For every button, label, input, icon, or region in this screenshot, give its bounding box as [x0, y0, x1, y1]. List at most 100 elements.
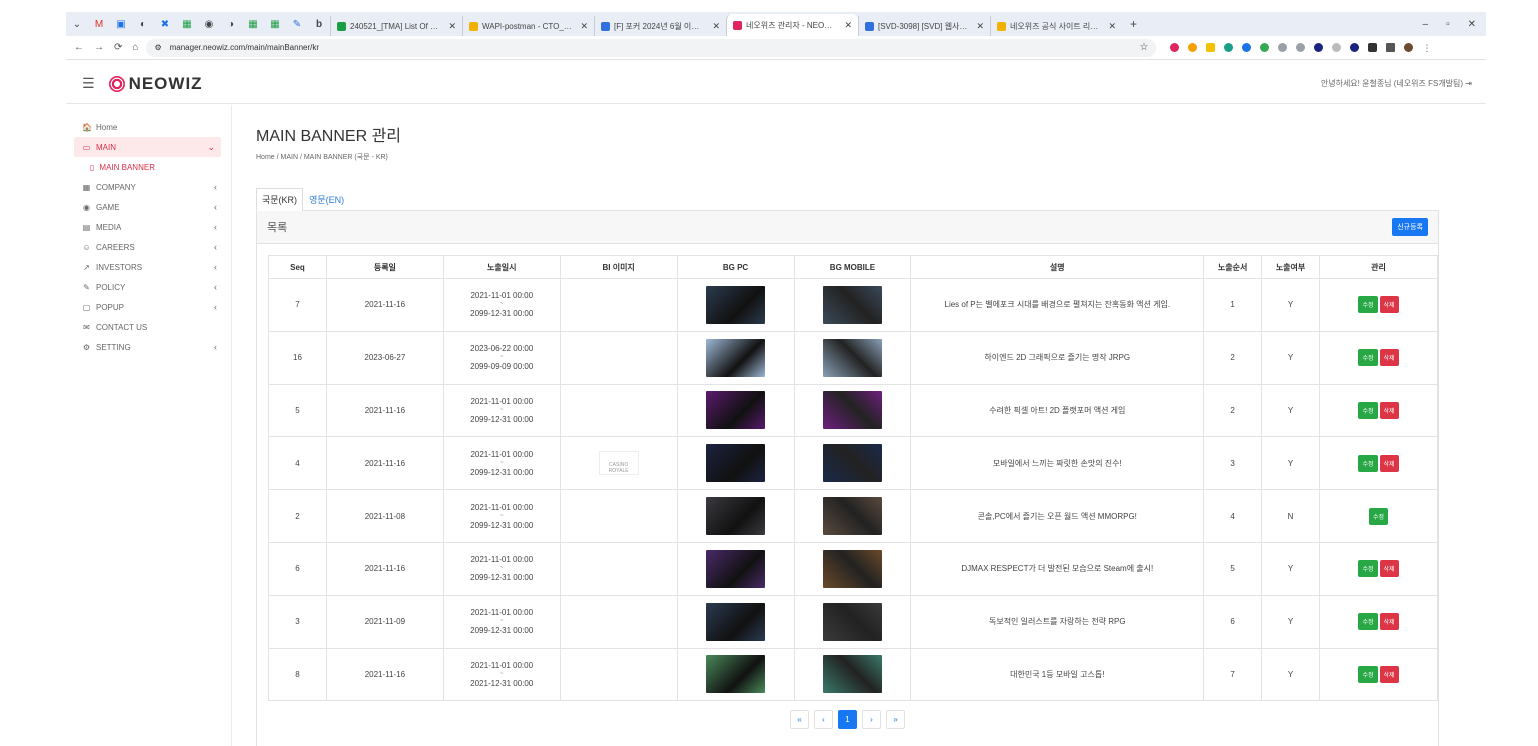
delete-button[interactable]: 삭제 [1379, 401, 1399, 419]
minimize-icon[interactable]: – [1423, 19, 1429, 30]
bg-mobile-thumbnail [822, 602, 882, 641]
pinned-tab-icon[interactable]: ▣ [110, 16, 132, 32]
sidebar-item-popup[interactable]: ▢ POPUP ‹ [66, 297, 231, 317]
back-icon[interactable]: ← [74, 42, 84, 53]
extension-icon[interactable] [1206, 43, 1216, 52]
forward-icon[interactable]: → [94, 42, 104, 53]
tab-close-icon[interactable]: ✕ [976, 21, 984, 32]
first-page-button[interactable]: « [790, 710, 809, 730]
tab-close-icon[interactable]: ✕ [580, 21, 588, 32]
exposure-period-cell: 2021-11-01 00:00 ~2099-12-31 00:00 [442, 436, 561, 491]
column-header: 등록일 [325, 255, 444, 279]
sidebar-item-investors[interactable]: ↗ INVESTORS ‹ [66, 257, 231, 277]
delete-button[interactable]: 삭제 [1379, 296, 1399, 314]
edit-button[interactable]: 수정 [1358, 560, 1378, 578]
sidebar-item-game[interactable]: ◉ GAME ‹ [66, 197, 231, 217]
extension-icon[interactable] [1242, 43, 1252, 52]
menu-kebab-icon[interactable]: ⋮ [1422, 43, 1431, 53]
delete-button[interactable]: 삭제 [1379, 665, 1399, 683]
row-actions: 수정 삭제 [1320, 401, 1437, 419]
next-page-button[interactable]: › [862, 710, 881, 730]
sidebar-item-main[interactable]: ▭ MAIN ⌄ [74, 137, 221, 157]
delete-button[interactable]: 삭제 [1379, 454, 1399, 472]
sidebar-item-policy[interactable]: ✎ POLICY ‹ [66, 277, 231, 297]
extension-icon[interactable] [1224, 43, 1234, 52]
pinned-tab-icon[interactable]: ✖ [154, 16, 176, 32]
delete-button[interactable]: 삭제 [1379, 613, 1399, 631]
sidebar-item-contact-us[interactable]: ✉ CONTACT US [66, 317, 231, 337]
sidebar-item-home[interactable]: 🏠 Home [66, 117, 231, 137]
pinned-tab-icon[interactable]: b [308, 16, 330, 32]
extension-icon[interactable] [1350, 43, 1360, 52]
edit-button[interactable]: 수정 [1358, 349, 1378, 367]
tab-en[interactable]: 영문(EN) [303, 188, 350, 211]
browser-tab[interactable]: 네오위즈 관리자 - NEOWIZ M ✕ [726, 14, 858, 36]
browser-tab[interactable]: 240521_[TMA] List Of Clarific ✕ [330, 16, 462, 36]
home-icon[interactable]: ⌂ [132, 42, 138, 53]
profile-avatar[interactable] [1404, 43, 1414, 52]
exposure-dates: 2021-11-01 00:00 ~2099-12-31 00:00 [444, 608, 560, 635]
new-register-button[interactable]: 신규등록 [1392, 218, 1428, 236]
browser-tab[interactable]: 네오위즈 공식 사이트 리뉴얼 ✕ [990, 16, 1122, 36]
sidebar-item-company[interactable]: ▦ COMPANY ‹ [66, 177, 231, 197]
description-cell: 모바일에서 느끼는 짜릿한 손맛의 진수! [910, 436, 1205, 491]
close-window-icon[interactable]: ✕ [1468, 19, 1476, 30]
extension-icon[interactable] [1296, 43, 1306, 52]
extension-icon[interactable] [1260, 43, 1270, 52]
delete-button[interactable]: 삭제 [1379, 560, 1399, 578]
edit-button[interactable]: 수정 [1358, 665, 1378, 683]
extension-icon[interactable] [1314, 43, 1324, 52]
extension-icon[interactable] [1170, 43, 1180, 52]
browser-tab[interactable]: [F] 포커 2024년 6월 이슈 정 ✕ [594, 16, 726, 36]
pinned-tab-icon[interactable]: ▦ [264, 16, 286, 32]
new-tab-icon[interactable]: + [1122, 17, 1145, 31]
download-icon[interactable] [1386, 43, 1396, 52]
sidebar-item-media[interactable]: ▤ MEDIA ‹ [66, 217, 231, 237]
bg-pc-cell [676, 594, 795, 649]
pinned-tab-icon[interactable]: ▦ [176, 16, 198, 32]
sidebar-item-setting[interactable]: ⚙ SETTING ‹ [66, 337, 231, 357]
tab-list-icon[interactable]: ⌄ [66, 16, 88, 32]
edit-button[interactable]: 수정 [1368, 507, 1389, 525]
tab-close-icon[interactable]: ✕ [844, 20, 852, 31]
url-input[interactable]: ⚙ manager.neowiz.com/main/mainBanner/kr … [146, 38, 1157, 57]
bookmark-star-icon[interactable]: ☆ [1139, 42, 1148, 53]
delete-button[interactable]: 삭제 [1379, 349, 1399, 367]
maximize-icon[interactable]: ▫ [1446, 19, 1450, 30]
edit-button[interactable]: 수정 [1358, 401, 1378, 419]
browser-tab[interactable]: WAPI-postman - CTO_서비스 ✕ [462, 16, 594, 36]
edit-button[interactable]: 수정 [1358, 613, 1378, 631]
tab-close-icon[interactable]: ✕ [448, 21, 456, 32]
tab-kr[interactable]: 국문(KR) [256, 188, 304, 211]
sidebar-subitem-main-banner[interactable]: ▯ MAIN BANNER [66, 157, 231, 177]
prev-page-button[interactable]: ‹ [814, 710, 833, 730]
logout-icon[interactable]: ⇥ [1465, 79, 1472, 88]
greeting-text: 안녕하세요! 윤철종님 (네오위즈 FS개발팀) [1320, 79, 1464, 88]
pinned-tab-icon[interactable]: ▦ [242, 16, 264, 32]
pinned-tab-icon[interactable]: ◉ [198, 16, 220, 32]
site-info-icon[interactable]: ⚙ [154, 43, 161, 52]
edit-button[interactable]: 수정 [1358, 454, 1378, 472]
tab-close-icon[interactable]: ✕ [1108, 21, 1116, 32]
extension-icon[interactable] [1188, 43, 1198, 52]
edit-button[interactable]: 수정 [1358, 296, 1378, 314]
last-page-button[interactable]: » [886, 710, 905, 730]
extension-icon[interactable] [1368, 43, 1378, 52]
extension-icon[interactable] [1332, 43, 1342, 52]
browser-tab[interactable]: [SVD-3098] [SVD] 웹사이트 기 ✕ [858, 16, 990, 36]
pinned-tab-gmail-icon[interactable]: M [88, 16, 110, 32]
tab-title: WAPI-postman - CTO_서비스 [482, 21, 573, 31]
neowiz-logo[interactable]: NEOWIZ [108, 74, 203, 94]
pinned-tab-icon[interactable]: ◑ [220, 16, 242, 32]
extension-icon[interactable] [1278, 43, 1288, 52]
start-date: 2021-11-01 00:00 [470, 660, 534, 670]
sidebar-item-careers[interactable]: ☺ CAREERS ‹ [66, 237, 231, 257]
reload-icon[interactable]: ⟳ [114, 42, 122, 53]
tab-close-icon[interactable]: ✕ [712, 21, 720, 32]
pinned-tab-icon[interactable]: ✎ [286, 16, 308, 32]
page-1-button[interactable]: 1 [838, 710, 857, 730]
pinned-tab-icon[interactable]: ◐ [132, 16, 154, 32]
hamburger-menu-icon[interactable]: ☰ [82, 75, 95, 92]
breadcrumb: Home / MAIN / MAIN BANNER (국문 - KR) [256, 154, 388, 161]
end-date: 2021-12-31 00:00 [470, 678, 534, 688]
